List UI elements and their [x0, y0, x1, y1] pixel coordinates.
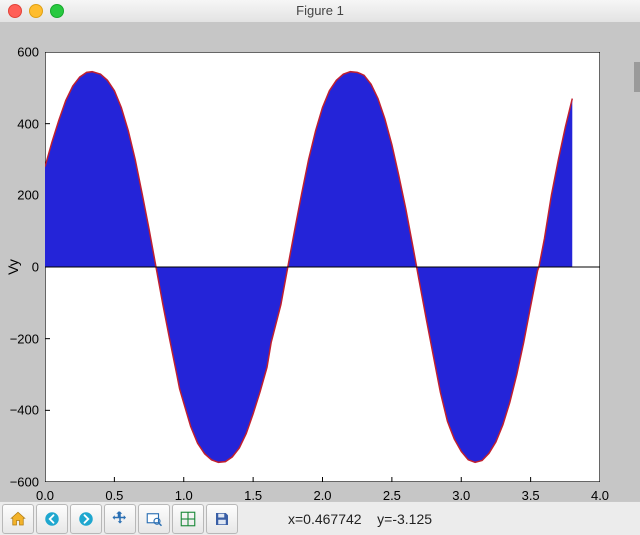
- window-title: Figure 1: [0, 0, 640, 22]
- y-tick-label: 200: [17, 188, 39, 203]
- back-button[interactable]: [36, 504, 68, 534]
- y-tick-label: 0: [32, 260, 39, 275]
- figure-canvas[interactable]: −600−400−2000200400600 0.00.51.01.52.02.…: [0, 22, 640, 502]
- forward-button[interactable]: [70, 504, 102, 534]
- zoom-rect-icon: [145, 510, 163, 528]
- home-icon: [9, 510, 27, 528]
- y-tick-label: 600: [17, 45, 39, 60]
- arrow-right-icon: [77, 510, 95, 528]
- arrow-left-icon: [43, 510, 61, 528]
- y-tick-label: −400: [10, 403, 39, 418]
- y-axis-label: Vy: [5, 259, 21, 275]
- nav-toolbar: x=0.467742 y=-3.125: [0, 501, 640, 535]
- y-tick-label: −200: [10, 331, 39, 346]
- cursor-y: y=-3.125: [377, 511, 432, 527]
- title-bar: Figure 1: [0, 0, 640, 23]
- subplots-icon: [179, 510, 197, 528]
- pan-button[interactable]: [104, 504, 136, 534]
- plot-svg: [45, 52, 600, 482]
- y-tick-label: 400: [17, 116, 39, 131]
- save-button[interactable]: [206, 504, 238, 534]
- cursor-coords: x=0.467742 y=-3.125: [288, 511, 432, 527]
- cursor-x: x=0.467742: [288, 511, 362, 527]
- floppy-icon: [213, 510, 231, 528]
- configure-button[interactable]: [172, 504, 204, 534]
- home-button[interactable]: [2, 504, 34, 534]
- axes[interactable]: −600−400−2000200400600 0.00.51.01.52.02.…: [45, 52, 600, 482]
- y-tick-label: −600: [10, 475, 39, 490]
- panel-edge: [634, 62, 640, 92]
- move-icon: [111, 510, 129, 528]
- zoom-button[interactable]: [138, 504, 170, 534]
